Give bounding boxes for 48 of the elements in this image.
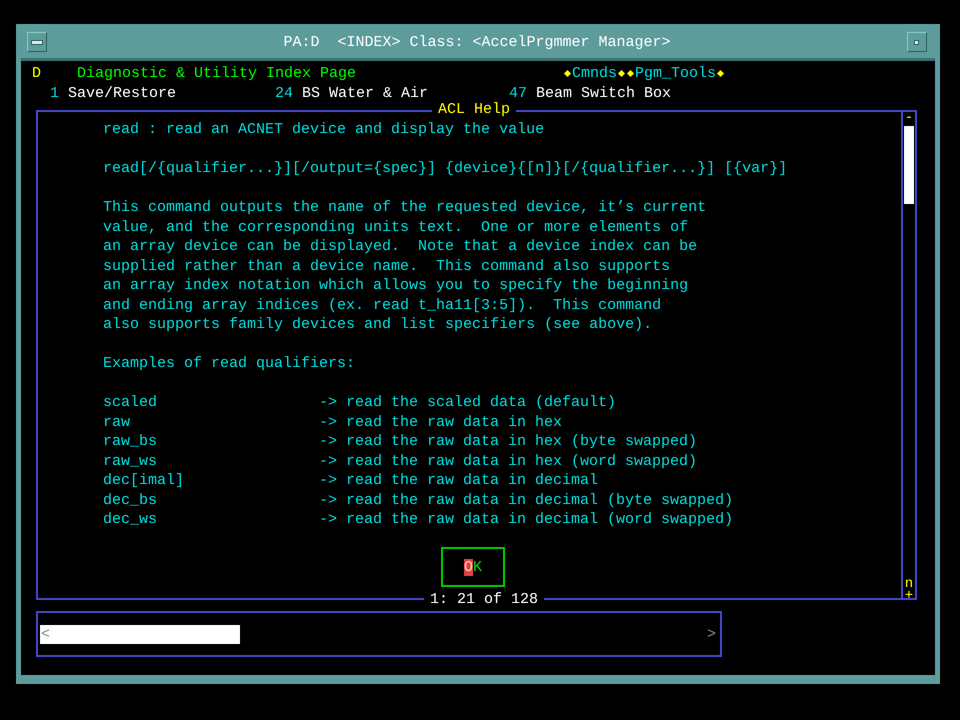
qualifier-description: -> read the scaled data (default) xyxy=(319,393,616,412)
shortcut-number[interactable]: 1 xyxy=(50,84,60,102)
qualifier-description: -> read the raw data in hex xyxy=(319,412,562,432)
qualifier-description: -> read the raw data in decimal (word swapped) xyxy=(319,510,734,530)
scroll-left-button[interactable]: < xyxy=(41,626,50,642)
help-text-line: and ending array indices (ex. read t_ha11[3:5]). This command xyxy=(103,296,662,315)
menu-item[interactable]: Cmnds xyxy=(572,64,618,82)
menu-item[interactable]: Pgm_Tools xyxy=(635,64,716,82)
shortcut-number[interactable]: 24 xyxy=(275,84,294,102)
qualifier-name: raw_ws xyxy=(103,452,158,471)
qualifier-name: raw_bs xyxy=(103,432,158,452)
qualifier-description: -> read the raw data in hex (word swapped) xyxy=(319,452,698,471)
vertical-scrollbar[interactable]: - n + xyxy=(903,110,917,600)
qualifier-name: dec_ws xyxy=(103,510,158,530)
scroll-down-button[interactable]: + xyxy=(904,590,914,602)
page-letter: D xyxy=(32,64,42,82)
help-text-line: supplied rather than a device name. This command also supports xyxy=(103,256,672,276)
qualifier-description: -> read the raw data in hex (byte swapped) xyxy=(319,432,698,452)
help-text-line: an array index notation which allows you to specify the beginning xyxy=(103,276,690,296)
shortcut-link[interactable]: Save/Restore xyxy=(68,84,176,102)
help-text-line: also supports family devices and list specifiers (see above). xyxy=(103,315,654,334)
scroll-thumb[interactable] xyxy=(904,126,914,204)
help-text-line: This command outputs the name of the requested device, it’s current xyxy=(103,198,708,218)
page-title: Diagnostic & Utility Index Page xyxy=(77,64,358,82)
scroll-thumb[interactable] xyxy=(40,624,240,644)
dialog-title: ACL Help xyxy=(432,101,516,119)
shortcut-link[interactable]: Beam Switch Box xyxy=(536,84,672,102)
shortcut-link[interactable]: BS Water & Air xyxy=(302,84,428,102)
qualifier-description: -> read the raw data in decimal (byte swapped) xyxy=(319,490,734,510)
scroll-letter: n xyxy=(904,578,914,590)
help-text-line: read : read an ACNET device and display the value xyxy=(103,120,546,140)
input-field[interactable]: < > xyxy=(36,611,722,657)
ok-button[interactable]: OK xyxy=(441,547,505,587)
help-text-line: an array device can be displayed. Note that a device index can be xyxy=(103,237,698,256)
scroll-up-button[interactable]: - xyxy=(904,112,914,124)
help-text-line: Examples of read qualifiers: xyxy=(103,354,356,374)
qualifier-name: scaled xyxy=(103,393,158,412)
window-title: PA:D <INDEX> Class: <AccelPrgmmer Manager> xyxy=(283,34,671,50)
qualifier-name: raw xyxy=(103,412,132,432)
help-text-line: value, and the corresponding units text. One or more elements of xyxy=(103,218,690,237)
qualifier-name: dec_bs xyxy=(103,490,158,510)
window-menu-button[interactable] xyxy=(27,32,47,52)
scroll-right-button[interactable]: > xyxy=(706,626,716,642)
shortcut-number[interactable]: 47 xyxy=(509,84,528,102)
qualifier-description: -> read the raw data in decimal xyxy=(319,471,598,490)
help-text-line: read[/{qualifier...}][/output={spec}] {device}{[n]}[/{qualifier...}] [{var}] xyxy=(103,159,788,178)
maximize-button[interactable] xyxy=(906,32,927,52)
qualifier-name: dec[imal] xyxy=(103,471,186,490)
